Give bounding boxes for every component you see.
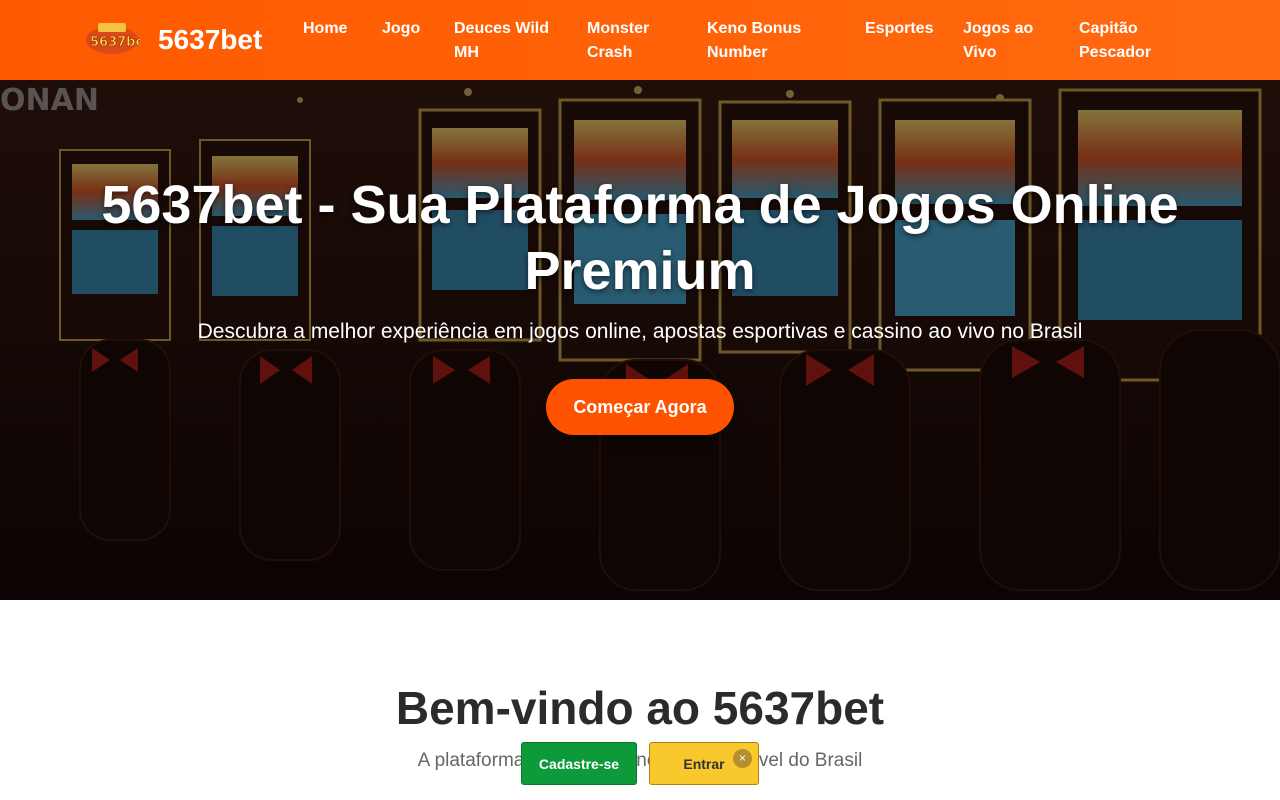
nav-jogos-ao-vivo[interactable]: Jogos ao Vivo bbox=[963, 17, 1043, 65]
welcome-title: Bem-vindo ao 5637bet bbox=[395, 682, 885, 734]
hero-section: ONAN 5637bet - Sua Plataforma de Jogos O… bbox=[0, 80, 1280, 600]
close-icon[interactable]: × bbox=[733, 749, 752, 768]
hero-subtitle: Descubra a melhor experiência em jogos o… bbox=[197, 320, 1083, 343]
site-header: 5637bet 5637bet Home Jogo Deuces Wild MH… bbox=[0, 0, 1280, 80]
hero-title: 5637bet - Sua Plataforma de Jogos Online… bbox=[101, 175, 1179, 301]
main-nav: Home Jogo Deuces Wild MH Monster Crash K… bbox=[0, 17, 1280, 67]
nav-deuces-wild[interactable]: Deuces Wild MH bbox=[454, 17, 564, 65]
nav-home[interactable]: Home bbox=[303, 17, 347, 41]
welcome-subtitle: A plataforma de jogos online mais confiá… bbox=[417, 750, 863, 771]
nav-capitao-pescador[interactable]: Capitão Pescador bbox=[1079, 17, 1159, 65]
nav-monster-crash[interactable]: Monster Crash bbox=[587, 17, 667, 65]
signup-button[interactable]: Cadastre-se bbox=[521, 742, 637, 785]
nav-jogo[interactable]: Jogo bbox=[382, 17, 420, 41]
start-now-button[interactable]: Começar Agora bbox=[546, 379, 734, 435]
nav-keno-bonus[interactable]: Keno Bonus Number bbox=[707, 17, 817, 65]
nav-esportes[interactable]: Esportes bbox=[865, 17, 933, 41]
